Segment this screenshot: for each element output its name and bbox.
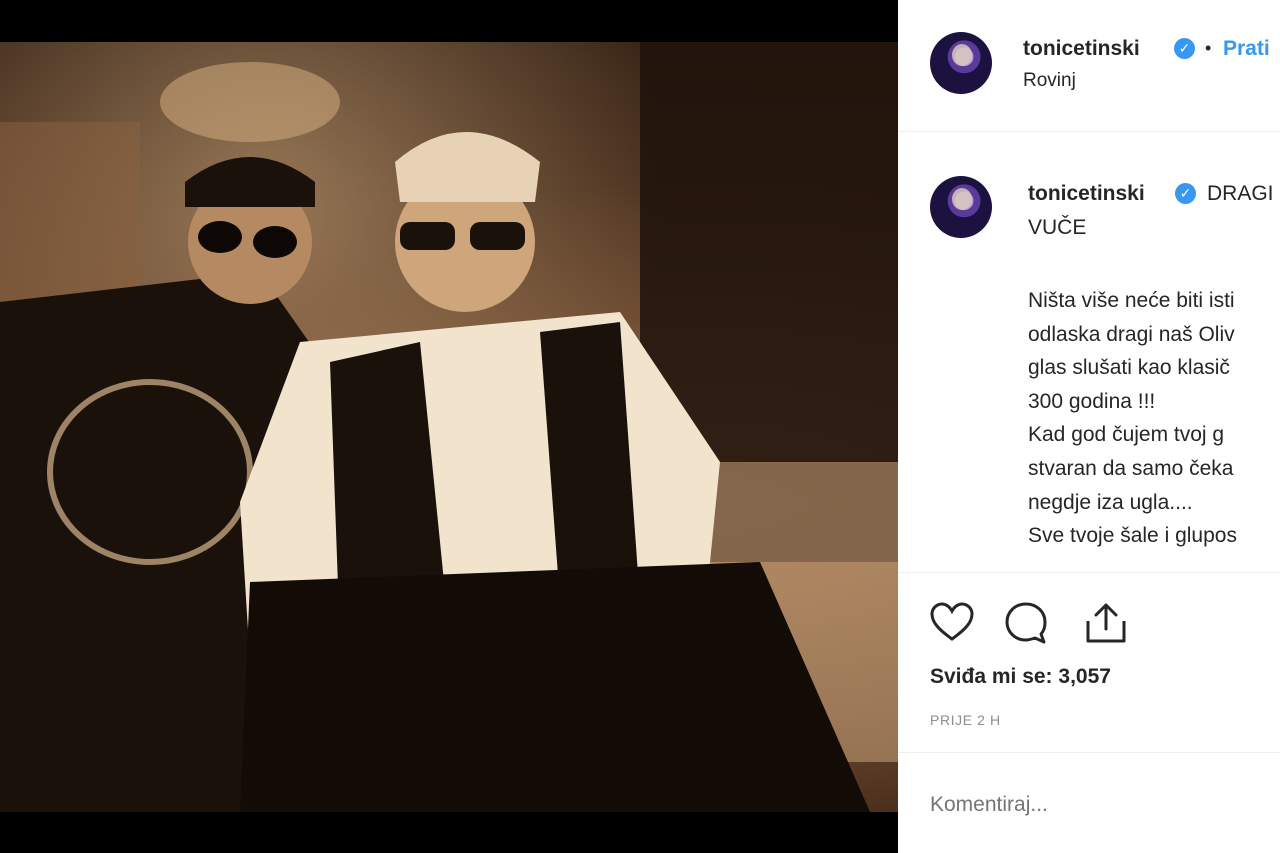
caption-title-line2: VUČE [1028, 216, 1087, 239]
caption-area: tonicetinski ✓ DRAGI VUČE Ništa više neć… [898, 132, 1280, 573]
comment-icon[interactable] [1002, 599, 1050, 647]
verified-badge-icon: ✓ [1174, 38, 1195, 59]
caption-avatar[interactable] [930, 176, 992, 238]
post-actions: Sviđa mi se: 3,057 [898, 573, 1280, 693]
heart-icon[interactable] [928, 599, 976, 647]
post-side-panel: tonicetinski ✓ • Prati Rovinj tonicetins… [898, 0, 1280, 853]
share-icon[interactable] [1082, 599, 1130, 647]
post-username[interactable]: tonicetinski [1023, 37, 1140, 61]
follow-button[interactable]: Prati [1223, 37, 1270, 61]
caption-line: stvaran da samo čeka [1028, 456, 1234, 480]
verified-badge-icon: ✓ [1175, 183, 1196, 204]
comment-box [898, 752, 1280, 853]
post-photo[interactable] [0, 42, 898, 812]
caption-line: Ništa više neće biti isti [1028, 289, 1235, 312]
post-photo-area [0, 0, 898, 853]
caption-username[interactable]: tonicetinski [1028, 182, 1145, 206]
likes-count[interactable]: Sviđa mi se: 3,057 [930, 665, 1111, 689]
photo-artwork [0, 42, 898, 812]
caption-line: glas slušati kao klasič [1028, 356, 1230, 380]
caption-line: 300 godina !!! [1028, 389, 1156, 413]
caption-line: negdje iza ugla.... [1028, 490, 1193, 514]
avatar[interactable] [930, 32, 992, 94]
separator-dot: • [1205, 38, 1212, 58]
post-header: tonicetinski ✓ • Prati Rovinj [898, 0, 1280, 132]
comment-input[interactable] [930, 793, 1260, 817]
post-timestamp[interactable]: PRIJE 2 H [930, 712, 1001, 728]
caption-title-line1: DRAGI [1207, 182, 1274, 205]
post-location[interactable]: Rovinj [1023, 70, 1076, 92]
caption-body: Ništa više neće biti isti odlaska dragi … [1028, 284, 1237, 553]
caption-line: odlaska dragi naš Oliv [1028, 322, 1235, 346]
caption-line: Kad god čujem tvoj g [1028, 423, 1225, 447]
caption-line: Sve tvoje šale i glupos [1028, 524, 1237, 548]
